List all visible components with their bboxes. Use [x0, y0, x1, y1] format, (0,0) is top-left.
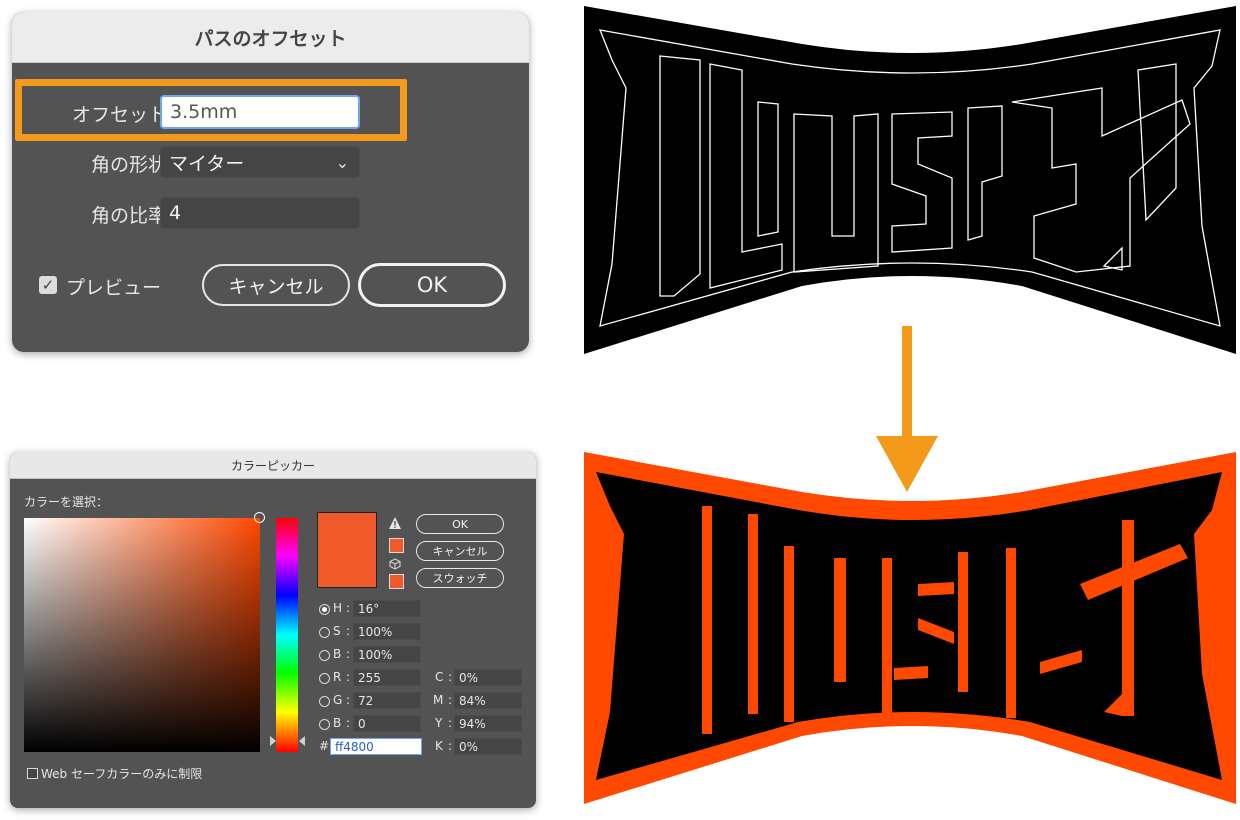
blue-radio[interactable]	[319, 719, 330, 730]
color-cancel-button[interactable]: キャンセル	[416, 541, 504, 561]
offset-highlight-frame	[15, 79, 407, 141]
select-color-label: カラーを選択：	[24, 495, 109, 509]
current-color-swatch	[317, 512, 377, 588]
web-safe-label: Web セーフカラーのみに制限	[41, 767, 203, 781]
magenta-input[interactable]: 84%	[454, 692, 522, 709]
color-ok-label: OK	[452, 517, 468, 531]
yellow-colon: :	[448, 716, 453, 730]
red-label: R	[333, 670, 342, 684]
green-radio[interactable]	[319, 696, 330, 707]
cancel-button-label: キャンセル	[228, 275, 324, 298]
brightness-label: B	[333, 647, 342, 661]
yellow-input[interactable]: 94%	[454, 715, 522, 732]
hue-radio[interactable]	[319, 604, 330, 615]
color-ok-button[interactable]: OK	[416, 514, 504, 534]
blue-input[interactable]: 0	[353, 715, 421, 732]
color-field-cursor[interactable]	[254, 512, 265, 523]
preview-checkbox[interactable]: ✓	[39, 276, 57, 294]
hue-input[interactable]: 16°	[353, 600, 421, 617]
joins-select-value: マイター	[169, 152, 245, 175]
magenta-label: M	[433, 693, 444, 707]
color-picker-title-bar: カラーピッカー	[10, 452, 536, 479]
joins-select[interactable]: マイター ⌄	[160, 146, 360, 178]
saturation-colon: :	[346, 624, 351, 638]
ok-button-label: OK	[416, 273, 448, 297]
black-colon: :	[448, 739, 453, 753]
brightness-radio[interactable]	[319, 650, 330, 661]
hue-slider[interactable]	[276, 518, 298, 752]
cyan-input[interactable]: 0%	[454, 669, 522, 686]
yellow-label: Y	[435, 716, 443, 730]
dialog-title: パスのオフセット	[194, 27, 347, 50]
hue-label: H	[333, 601, 343, 615]
web-safe-checkbox[interactable]	[27, 768, 38, 779]
color-picker-dialog: カラーピッカー カラーを選択： OK キャンセル スウォッチ H : 16° S…	[10, 452, 536, 808]
brightness-input[interactable]: 100%	[353, 646, 421, 663]
blue-label: B	[333, 716, 342, 730]
color-cancel-label: キャンセル	[432, 545, 488, 558]
cyan-label: C	[435, 670, 444, 684]
out-of-gamut-warning-icon	[389, 517, 401, 529]
preview-label: プレビュー	[66, 277, 162, 299]
brightness-colon: :	[346, 647, 351, 661]
saturation-radio[interactable]	[319, 627, 330, 638]
miter-limit-input[interactable]: 4	[160, 197, 360, 229]
saturation-input[interactable]: 100%	[353, 623, 421, 640]
web-safe-cube-icon	[389, 558, 401, 570]
magenta-colon: :	[448, 693, 453, 707]
web-safe-color-swatch[interactable]	[389, 574, 404, 589]
gamut-color-swatch[interactable]	[389, 538, 404, 553]
offset-path-dialog: パスのオフセット オフセット： 3.5mm 角の形状： マイター ⌄ 角の比率：…	[12, 12, 529, 352]
green-input[interactable]: 72	[353, 692, 421, 709]
red-radio[interactable]	[319, 673, 330, 684]
red-input[interactable]: 255	[353, 669, 421, 686]
black-input[interactable]: 0%	[454, 738, 522, 755]
green-colon: :	[346, 693, 351, 707]
saturation-label: S	[333, 624, 341, 638]
swatches-button[interactable]: スウォッチ	[416, 568, 504, 588]
logo-artwork-offset	[584, 452, 1236, 804]
hex-prefix: #	[319, 739, 330, 753]
swatches-label: スウォッチ	[432, 572, 488, 585]
dialog-title-bar: パスのオフセット	[12, 12, 529, 63]
chevron-down-icon: ⌄	[335, 153, 349, 172]
ok-button[interactable]: OK	[358, 263, 506, 307]
logo-artwork-original	[584, 6, 1236, 354]
hue-slider-handle-left[interactable]	[270, 736, 276, 746]
hue-slider-handle-right[interactable]	[299, 736, 305, 746]
hex-input[interactable]: ff4800	[330, 738, 422, 755]
black-label: K	[435, 739, 443, 753]
blue-colon: :	[346, 716, 351, 730]
miter-limit-value: 4	[169, 202, 182, 224]
green-label: G	[333, 693, 343, 707]
red-colon: :	[346, 670, 351, 684]
saturation-brightness-field[interactable]	[24, 518, 260, 752]
cancel-button[interactable]: キャンセル	[202, 264, 350, 306]
cyan-colon: :	[448, 670, 453, 684]
color-picker-title: カラーピッカー	[230, 458, 315, 473]
hue-colon: :	[346, 601, 351, 615]
